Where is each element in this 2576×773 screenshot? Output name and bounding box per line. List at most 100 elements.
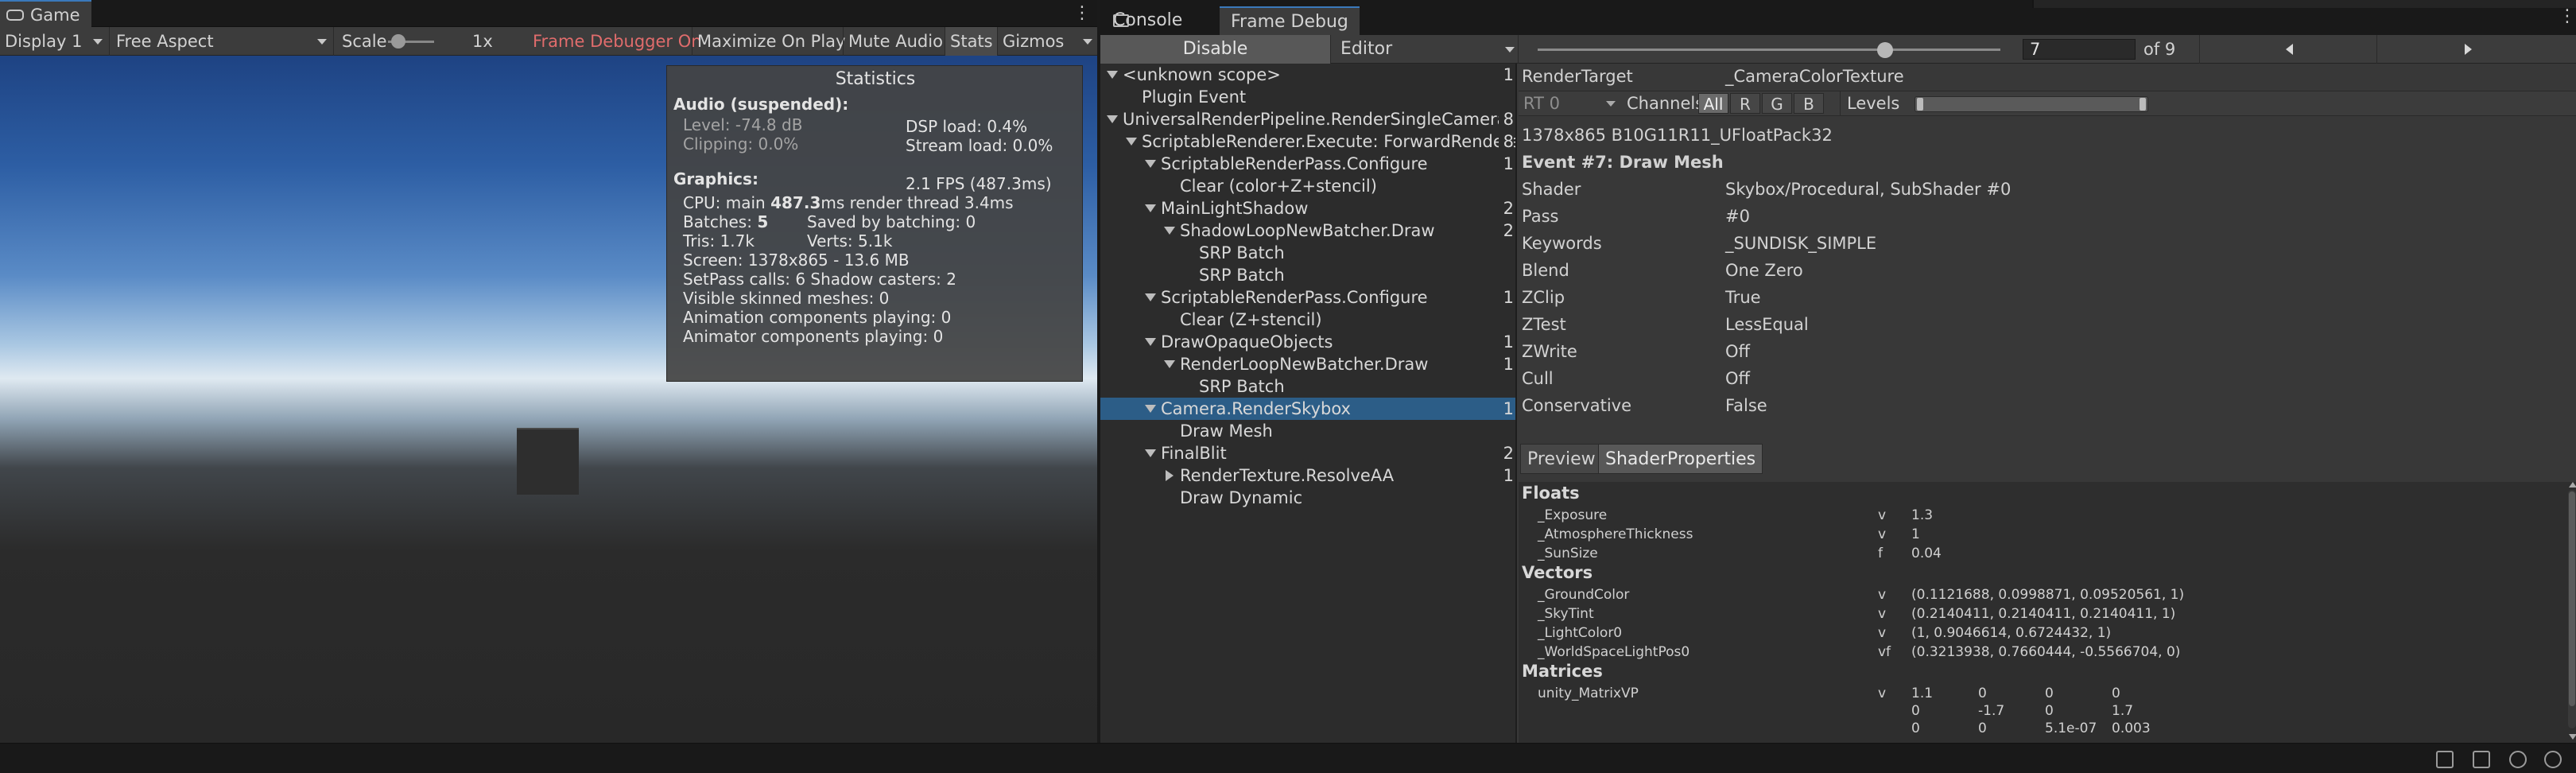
frame-debug-menu-icon[interactable]: ⋮ <box>2559 6 2576 29</box>
tree-row[interactable]: Draw Mesh <box>1100 420 1515 442</box>
event-tree: <unknown scope> 1 Plugin Event UniversalRen… <box>1100 64 1517 743</box>
tree-row-label: ScriptableRenderPass.Configure <box>1161 288 1428 307</box>
channel-all-button[interactable]: All <box>1698 93 1728 114</box>
event-slider-track[interactable] <box>1538 49 2000 51</box>
tree-row[interactable]: Clear (Z+stencil) <box>1100 309 1515 331</box>
foldout-open-icon[interactable] <box>1145 338 1156 346</box>
bug-icon[interactable] <box>2436 751 2454 768</box>
tree-row[interactable]: SRP Batch <box>1100 264 1515 286</box>
event-index-field[interactable]: 7 <box>2023 39 2136 60</box>
foldout-open-icon[interactable] <box>1107 115 1118 123</box>
foldout-closed-icon[interactable] <box>1166 470 1174 481</box>
property-value: False <box>1725 396 1767 415</box>
foldout-open-icon[interactable] <box>1145 293 1156 301</box>
aspect-dropdown[interactable]: Free Aspect <box>111 27 334 56</box>
scale-value: 1x <box>472 32 493 51</box>
scale-slider-handle[interactable] <box>391 34 405 49</box>
cpu-stats: CPU: main 487.3ms render thread 3.4ms <box>683 193 1014 212</box>
chevron-down-icon <box>1083 39 1092 45</box>
event-slider-handle[interactable] <box>1876 42 1893 58</box>
tree-row[interactable]: RenderTexture.ResolveAA 1 <box>1100 464 1515 487</box>
tree-row[interactable]: Clear (color+Z+stencil) <box>1100 175 1515 197</box>
target-dropdown[interactable]: Editor <box>1336 35 1519 64</box>
matrix-cell: 1.1 <box>1911 686 1934 701</box>
property-key: Blend <box>1522 261 1569 280</box>
scroll-up-icon[interactable] <box>2569 482 2576 487</box>
tree-row-count: 1 <box>1498 331 1514 353</box>
tree-row[interactable]: DrawOpaqueObjects 1 <box>1100 331 1515 353</box>
gamepad-icon <box>6 10 24 21</box>
vector-stage: v <box>1878 625 1887 641</box>
channel-g-button[interactable]: G <box>1762 93 1792 114</box>
tab-preview[interactable]: Preview <box>1520 444 1603 474</box>
layers-icon[interactable] <box>2473 751 2490 768</box>
tree-row[interactable]: <unknown scope> 1 <box>1100 64 1515 86</box>
tree-row[interactable]: SRP Batch <box>1100 375 1515 398</box>
mute-audio-button[interactable]: Mute Audio <box>843 27 945 56</box>
matrix-cell: 0 <box>2045 686 2054 701</box>
tree-row[interactable]: FinalBlit 2 <box>1100 442 1515 464</box>
foldout-open-icon[interactable] <box>1126 138 1137 146</box>
tree-row[interactable]: Plugin Event <box>1100 86 1515 108</box>
maximize-on-play-button[interactable]: Maximize On Play <box>692 27 845 56</box>
foldout-open-icon[interactable] <box>1145 204 1156 212</box>
animation-components-stat: Animation components playing: 0 <box>683 308 952 327</box>
levels-max-handle[interactable] <box>2140 98 2146 111</box>
scroll-down-icon[interactable] <box>2569 734 2576 740</box>
tree-row-count: 2 <box>1498 197 1514 219</box>
chevron-down-icon <box>93 39 103 45</box>
foldout-open-icon[interactable] <box>1164 227 1175 235</box>
vector-name: _GroundColor <box>1538 587 1630 603</box>
tree-row[interactable]: ScriptableRenderPass.Configure 1 <box>1100 153 1515 175</box>
tab-frame-debug[interactable]: Frame Debug <box>1220 6 1360 35</box>
shader-properties-scrollbar[interactable] <box>2568 490 2576 728</box>
tree-row[interactable]: ScriptableRenderPass.Configure 1 <box>1100 286 1515 309</box>
display-dropdown[interactable]: Display 1 <box>0 27 110 56</box>
foldout-open-icon[interactable] <box>1145 405 1156 413</box>
foldout-open-icon[interactable] <box>1107 71 1118 79</box>
channel-b-button[interactable]: B <box>1794 93 1824 114</box>
animator-components-stat: Animator components playing: 0 <box>683 327 944 346</box>
tree-row[interactable]: MainLightShadow 2 <box>1100 197 1515 219</box>
tree-row[interactable]: ScriptableRenderer.Execute: ForwardRende… <box>1100 130 1515 153</box>
stats-button[interactable]: Stats <box>945 27 997 56</box>
rt-dropdown[interactable]: RT 0 <box>1523 91 1619 115</box>
tree-row-label: RenderTexture.ResolveAA <box>1180 466 1395 485</box>
matrix-cell: -1.7 <box>1978 703 2005 719</box>
check-icon[interactable] <box>2544 751 2562 768</box>
tab-console[interactable]: Console <box>1102 6 1193 35</box>
cpu-prefix: CPU: main <box>683 193 771 212</box>
scrollbar-thumb[interactable] <box>2569 491 2575 706</box>
levels-min-handle[interactable] <box>1917 98 1923 111</box>
audio-header: Audio (suspended): <box>673 95 849 114</box>
network-off-icon[interactable] <box>2509 751 2527 768</box>
previous-event-button[interactable] <box>2199 35 2377 64</box>
levels-range-slider[interactable] <box>1915 96 2148 112</box>
tree-row[interactable]: RenderLoopNewBatcher.Draw 1 <box>1100 353 1515 375</box>
tree-row[interactable]: ShadowLoopNewBatcher.Draw 2 <box>1100 219 1515 242</box>
disable-button[interactable]: Disable <box>1100 35 1331 64</box>
channel-r-button[interactable]: R <box>1730 93 1760 114</box>
screen-stat: Screen: 1378x865 - 13.6 MB <box>683 251 910 270</box>
statistics-title: Statistics <box>835 69 916 89</box>
tree-row[interactable]: Draw Dynamic <box>1100 487 1515 509</box>
tree-row-count: 1 <box>1498 353 1514 375</box>
tree-row-count: 1 <box>1498 153 1514 175</box>
property-key: Conservative <box>1522 396 1632 415</box>
game-tab[interactable]: Game <box>0 0 91 27</box>
tree-row[interactable]: SRP Batch <box>1100 242 1515 264</box>
game-tab-bar: Game ⋮ <box>0 0 1097 27</box>
frame-debugger-on-label[interactable]: Frame Debugger On <box>528 27 707 56</box>
float-stage: v <box>1878 507 1887 523</box>
foldout-open-icon[interactable] <box>1145 160 1156 168</box>
dsp-load: DSP load: 0.4% <box>906 117 1028 136</box>
tab-shader-properties[interactable]: ShaderProperties <box>1598 444 1763 474</box>
next-event-button[interactable] <box>2377 35 2562 64</box>
tree-row[interactable]: UniversalRenderPipeline.RenderSingleCame… <box>1100 108 1515 130</box>
foldout-open-icon[interactable] <box>1164 360 1175 368</box>
gizmos-dropdown[interactable]: Gizmos <box>997 27 1097 56</box>
game-panel-menu-icon[interactable]: ⋮ <box>1073 3 1091 25</box>
foldout-open-icon[interactable] <box>1145 449 1156 457</box>
tree-row[interactable]: Camera.RenderSkybox 1 <box>1100 398 1515 420</box>
audio-clipping: Clipping: 0.0% <box>683 134 799 153</box>
